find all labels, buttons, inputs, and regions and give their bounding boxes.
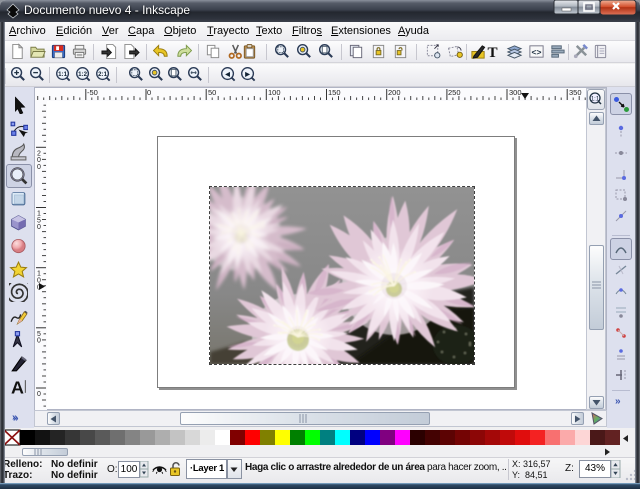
svg-text:◀: ◀ xyxy=(224,71,230,78)
svg-text:50: 50 xyxy=(208,88,216,97)
svg-text:0: 0 xyxy=(37,338,41,345)
svg-text:150: 150 xyxy=(328,88,341,97)
svg-text:0: 0 xyxy=(37,391,41,398)
svg-text:<>: <> xyxy=(532,47,542,57)
svg-text:250: 250 xyxy=(448,88,461,97)
svg-text:-50: -50 xyxy=(87,88,98,97)
svg-text:350: 350 xyxy=(569,88,582,97)
svg-text:T: T xyxy=(487,45,497,60)
svg-text:200: 200 xyxy=(388,88,401,97)
svg-text:1:2: 1:2 xyxy=(78,71,87,78)
svg-text:0: 0 xyxy=(37,224,41,231)
svg-text:A: A xyxy=(11,377,24,396)
svg-text:300: 300 xyxy=(509,88,522,97)
svg-text:0: 0 xyxy=(37,164,41,171)
svg-text:1:1: 1:1 xyxy=(58,71,67,78)
svg-text:100: 100 xyxy=(268,88,281,97)
svg-text:2:1: 2:1 xyxy=(98,71,107,78)
svg-text:0: 0 xyxy=(147,88,151,97)
svg-text:▶: ▶ xyxy=(244,71,250,78)
